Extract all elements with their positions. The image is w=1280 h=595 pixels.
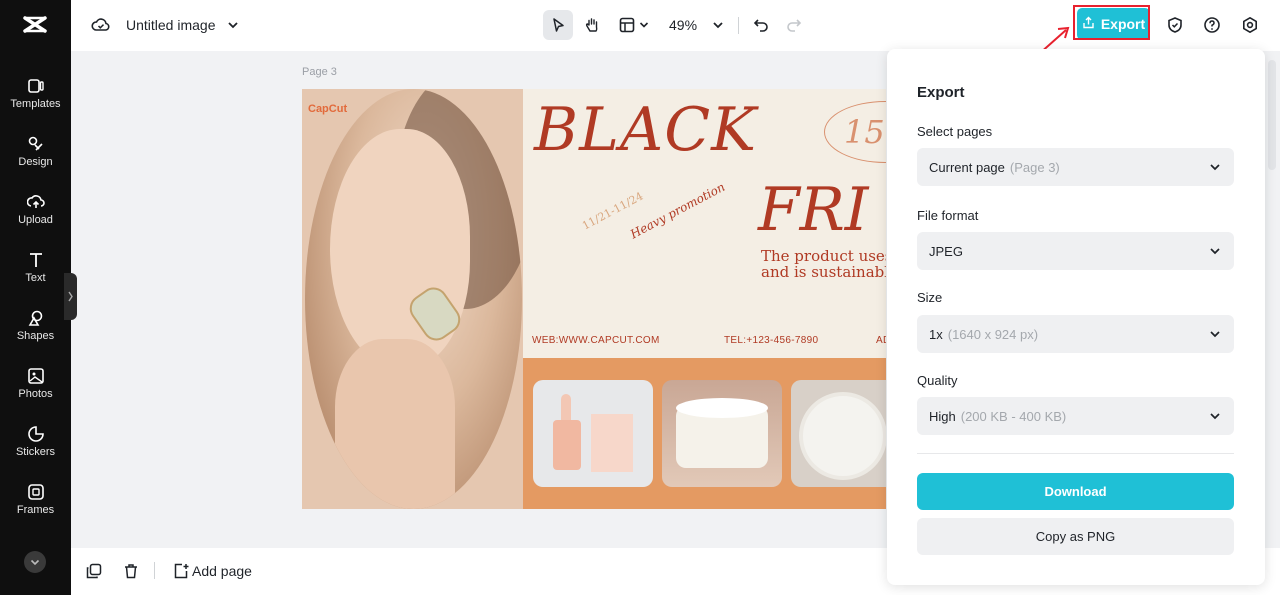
hand-tool-icon[interactable] [577, 10, 607, 40]
delete-page-icon[interactable] [116, 556, 146, 586]
select-pages-dropdown[interactable]: Current page (Page 3) [917, 148, 1234, 186]
panel-divider [917, 453, 1234, 454]
sidebar-item-label: Upload [18, 214, 53, 226]
capcut-logo-icon[interactable] [22, 14, 48, 36]
upload-icon [26, 193, 45, 211]
file-format-dropdown[interactable]: JPEG [917, 232, 1234, 270]
sidebar-item-label: Text [25, 272, 46, 284]
frames-icon [27, 483, 45, 501]
quality-value: High [929, 408, 956, 424]
quality-dropdown[interactable]: High (200 KB - 400 KB) [917, 397, 1234, 435]
photo-hand [335, 339, 455, 509]
canvas-address[interactable]: AD [876, 335, 886, 346]
text-icon [27, 251, 45, 269]
canvas-headline-friday[interactable]: FRI [758, 175, 869, 245]
sidebar-item-label: Design [18, 156, 53, 168]
canvas-description[interactable]: The product uses and is sustainable. [761, 248, 886, 280]
redo-icon[interactable] [779, 10, 809, 40]
canvas-description-line-1: The product uses [761, 247, 886, 265]
left-sidebar: Templates Design Upload Text Shapes Phot… [0, 0, 77, 595]
panel-scrollbar[interactable] [1268, 60, 1276, 170]
sidebar-item-label: Templates [10, 98, 61, 110]
serum-bottle [553, 420, 581, 470]
export-panel-title: Export [917, 84, 965, 101]
layout-chevron-down-icon[interactable] [634, 10, 654, 40]
size-hint: (1640 x 924 px) [947, 326, 1039, 342]
sidebar-item-frames[interactable]: Frames [0, 483, 71, 533]
cream-texture [799, 392, 886, 480]
zoom-level[interactable]: 49% [669, 17, 697, 33]
file-format-value: JPEG [929, 243, 963, 259]
file-format-label: File format [917, 208, 979, 223]
quality-hint: (200 KB - 400 KB) [960, 408, 1067, 424]
sidebar-item-text[interactable]: Text [0, 251, 71, 301]
canvas-promo-text[interactable]: Heavy promotion [628, 180, 727, 242]
canvas-brand-logo[interactable]: CapCut [308, 103, 347, 115]
size-dropdown[interactable]: 1x (1640 x 924 px) [917, 315, 1234, 353]
canvas-product-strip [523, 358, 886, 509]
export-button[interactable]: Export [1077, 8, 1150, 40]
cloud-save-icon[interactable] [86, 10, 116, 40]
chevron-down-icon[interactable] [218, 10, 248, 40]
canvas-discount-text[interactable]: 15 [844, 113, 885, 151]
model-photo[interactable] [305, 89, 522, 509]
design-icon [27, 135, 45, 153]
sidebar-item-label: Stickers [15, 446, 56, 458]
shapes-icon [27, 309, 45, 327]
select-pages-hint: (Page 3) [1009, 159, 1060, 175]
chevron-down-icon [1208, 244, 1222, 258]
page-label: Page 3 [302, 66, 337, 78]
canvas-description-line-2: and is sustainable. [761, 263, 886, 281]
document-title[interactable]: Untitled image [126, 17, 216, 33]
product-photo-jar[interactable] [662, 380, 782, 487]
select-pages-label: Select pages [917, 124, 993, 139]
zoom-chevron-down-icon[interactable] [703, 10, 733, 40]
sidebar-item-design[interactable]: Design [0, 135, 71, 185]
stickers-icon [27, 425, 45, 443]
sidebar-item-label: Frames [16, 504, 55, 516]
chevron-down-icon [1208, 409, 1222, 423]
product-photo-serum[interactable] [533, 380, 653, 487]
chevron-down-icon [1208, 327, 1222, 341]
sidebar-item-label: Photos [18, 388, 53, 400]
sidebar-item-label: Shapes [16, 330, 55, 342]
canvas-photo-panel: CapCut [302, 89, 523, 509]
cream-jar-top [676, 398, 768, 418]
shield-icon[interactable] [1160, 10, 1190, 40]
settings-gear-icon[interactable] [1235, 10, 1265, 40]
export-panel: Export Select pages Current page (Page 3… [887, 49, 1265, 585]
bottom-divider [154, 562, 155, 579]
toolbar-divider [738, 17, 739, 34]
canvas-website[interactable]: WEB:WWW.CAPCUT.COM [532, 335, 660, 346]
copy-as-png-button[interactable]: Copy as PNG [917, 518, 1234, 555]
add-page-button[interactable]: Add page [192, 563, 252, 579]
export-icon [1082, 16, 1095, 32]
design-canvas[interactable]: CapCut BLACK 15 FRI 11/21-11/24 Heavy pr… [302, 89, 886, 509]
select-pages-value: Current page [929, 159, 1005, 175]
serum-box [591, 414, 633, 472]
select-tool-icon[interactable] [543, 10, 573, 40]
sidebar-collapse-handle[interactable] [64, 273, 77, 320]
sidebar-item-shapes[interactable]: Shapes [0, 309, 71, 359]
chevron-down-icon [1208, 160, 1222, 174]
photos-icon [27, 367, 45, 385]
product-photo-cream[interactable] [791, 380, 886, 487]
sidebar-item-stickers[interactable]: Stickers [0, 425, 71, 475]
export-button-label: Export [1100, 16, 1146, 32]
download-button[interactable]: Download [917, 473, 1234, 510]
undo-icon[interactable] [746, 10, 776, 40]
sidebar-item-templates[interactable]: Templates [0, 77, 71, 127]
sidebar-more-button[interactable] [24, 551, 46, 573]
size-value: 1x [929, 326, 943, 342]
sidebar-item-photos[interactable]: Photos [0, 367, 71, 417]
canvas-phone[interactable]: TEL:+123-456-7890 [724, 335, 818, 346]
help-icon[interactable] [1197, 10, 1227, 40]
size-label: Size [917, 290, 943, 305]
canvas-headline-black[interactable]: BLACK [534, 95, 757, 165]
quality-label: Quality [917, 373, 958, 388]
serum-dropper [561, 394, 571, 422]
duplicate-page-icon[interactable] [79, 556, 109, 586]
templates-icon [27, 77, 45, 95]
sidebar-item-upload[interactable]: Upload [0, 193, 71, 243]
